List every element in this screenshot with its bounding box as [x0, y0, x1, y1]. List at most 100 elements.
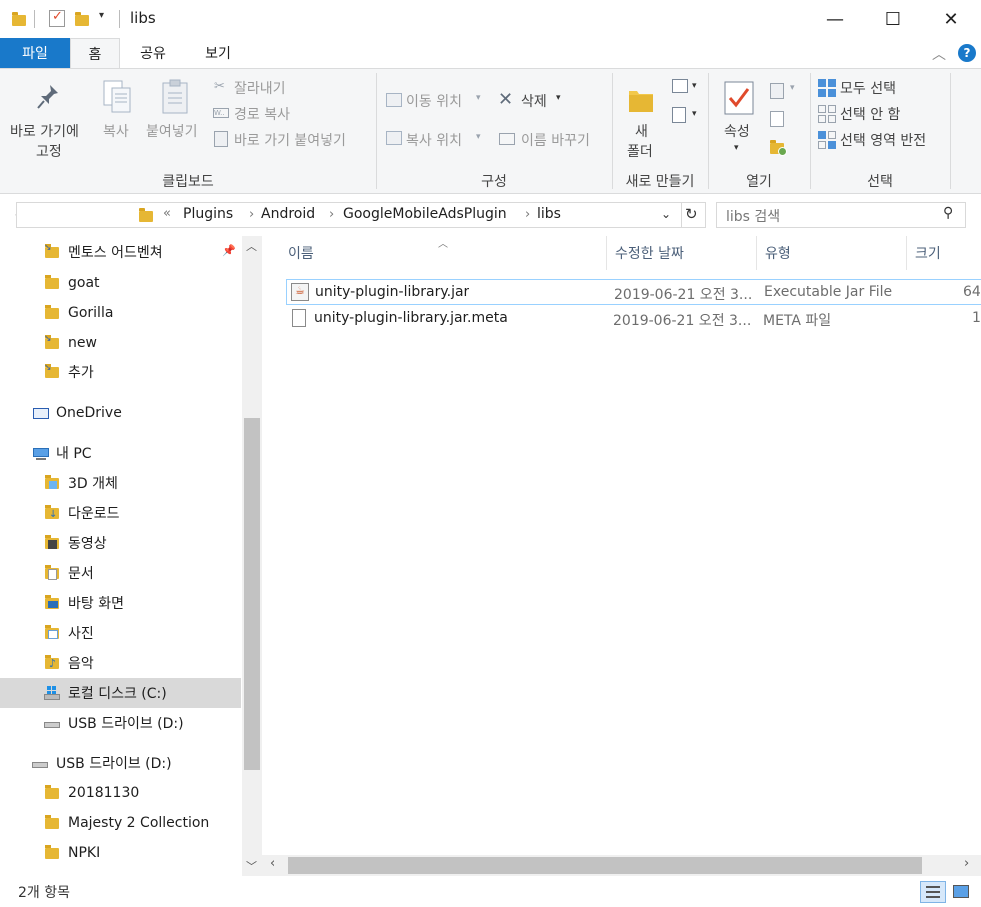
- properties-quick-icon[interactable]: ✓: [49, 9, 65, 27]
- close-button[interactable]: ✕: [922, 0, 980, 38]
- nav-label: 로컬 디스크 (C:): [68, 686, 167, 702]
- open-dropdown-icon[interactable]: ▾: [790, 83, 795, 93]
- table-row[interactable]: unity-plugin-library.jar.meta 2019-06-21…: [286, 306, 981, 332]
- nav-item-npki[interactable]: NPKI: [0, 838, 241, 868]
- copy-to-dropdown-icon[interactable]: ▾: [476, 132, 481, 142]
- properties-button[interactable]: 속성: [724, 121, 750, 141]
- quick-access-dropdown-icon[interactable]: ▾: [99, 10, 104, 21]
- nav-item-videos[interactable]: 동영상: [0, 528, 241, 558]
- address-bar[interactable]: « Plugins › Android › GoogleMobileAdsPlu…: [16, 202, 706, 228]
- search-icon[interactable]: ⚲: [943, 205, 953, 221]
- large-icons-view-icon[interactable]: [950, 881, 972, 903]
- nav-item-desktop[interactable]: 바탕 화면: [0, 588, 241, 618]
- tab-home[interactable]: 홈: [70, 38, 120, 68]
- scroll-right-icon[interactable]: ›: [964, 856, 969, 871]
- copy-button[interactable]: 복사: [103, 121, 129, 141]
- nav-item-gorilla[interactable]: Gorilla: [0, 298, 241, 328]
- nav-item-20181130[interactable]: 20181130: [0, 778, 241, 808]
- easy-access-icon[interactable]: [672, 107, 686, 123]
- invert-selection-button[interactable]: 선택 영역 반전: [840, 130, 926, 150]
- cut-button[interactable]: 잘라내기: [234, 78, 286, 98]
- nav-item-add[interactable]: ↘ 추가: [0, 357, 241, 387]
- move-to-button[interactable]: 이동 위치: [406, 91, 462, 111]
- nav-scrollbar-thumb[interactable]: [244, 418, 260, 770]
- column-header-size[interactable]: 크기: [907, 236, 981, 270]
- nav-item-usb-d[interactable]: USB 드라이브 (D:): [0, 708, 241, 738]
- nav-item-mentos[interactable]: ↘ 멘토스 어드벤쳐 📌: [0, 237, 241, 267]
- tab-share[interactable]: 공유: [128, 38, 178, 68]
- scroll-up-icon[interactable]: ︿: [246, 238, 257, 254]
- address-dropdown-icon[interactable]: ⌄: [661, 207, 671, 221]
- help-icon[interactable]: ?: [958, 44, 976, 62]
- breadcrumb-googlemobileadsplugin[interactable]: GoogleMobileAdsPlugin: [343, 206, 507, 222]
- minimize-button[interactable]: —: [806, 0, 864, 38]
- search-input[interactable]: libs 검색: [726, 206, 780, 226]
- desktop-icon: [44, 595, 60, 611]
- copy-path-button[interactable]: 경로 복사: [234, 104, 290, 124]
- copy-to-button[interactable]: 복사 위치: [406, 130, 462, 150]
- breadcrumb-plugins[interactable]: Plugins: [183, 206, 233, 222]
- nav-item-documents[interactable]: 문서: [0, 558, 241, 588]
- maximize-button[interactable]: ☐: [864, 0, 922, 38]
- select-all-button[interactable]: 모두 선택: [840, 78, 896, 98]
- nav-label: 사진: [68, 626, 94, 642]
- rename-button[interactable]: 이름 바꾸기: [521, 130, 590, 150]
- search-box[interactable]: libs 검색 ⚲: [716, 202, 966, 228]
- 3d-objects-icon: [44, 475, 60, 491]
- column-header-name[interactable]: 이름: [280, 236, 607, 270]
- breadcrumb-libs[interactable]: libs: [537, 206, 561, 222]
- nav-label: USB 드라이브 (D:): [68, 716, 184, 732]
- nav-item-pictures[interactable]: 사진: [0, 618, 241, 648]
- nav-label: 바탕 화면: [68, 596, 124, 612]
- nav-item-this-pc[interactable]: 내 PC: [0, 438, 241, 468]
- nav-item-goat[interactable]: goat: [0, 268, 241, 298]
- open-icon[interactable]: [770, 83, 784, 99]
- usb-drive-icon: [44, 715, 60, 731]
- delete-dropdown-icon[interactable]: ▾: [556, 93, 561, 103]
- delete-button[interactable]: 삭제: [521, 91, 547, 111]
- tab-view[interactable]: 보기: [192, 38, 244, 68]
- nav-item-usb-d-root[interactable]: USB 드라이브 (D:): [0, 748, 241, 778]
- nav-item-onedrive[interactable]: OneDrive: [0, 398, 241, 428]
- refresh-icon[interactable]: ↻: [685, 205, 698, 223]
- scroll-down-icon[interactable]: ﹀: [246, 858, 257, 874]
- nav-item-majesty[interactable]: Majesty 2 Collection: [0, 808, 241, 838]
- nav-label: 20181130: [68, 785, 140, 801]
- details-view-icon[interactable]: [920, 881, 946, 903]
- breadcrumb-separator-icon[interactable]: ›: [249, 207, 254, 222]
- nav-item-music[interactable]: ♪ 음악: [0, 648, 241, 678]
- scroll-left-icon[interactable]: ‹: [270, 856, 275, 871]
- history-icon[interactable]: [770, 139, 787, 156]
- breadcrumb-separator-icon[interactable]: ›: [329, 207, 334, 222]
- paste-shortcut-icon: [214, 131, 228, 147]
- horizontal-scrollbar-thumb[interactable]: [288, 857, 922, 874]
- new-item-icon[interactable]: [672, 79, 688, 93]
- move-to-dropdown-icon[interactable]: ▾: [476, 93, 481, 103]
- breadcrumb-separator-icon[interactable]: ›: [525, 207, 530, 222]
- pin-icon[interactable]: 📌: [222, 244, 236, 257]
- tab-file[interactable]: 파일: [0, 38, 70, 68]
- paste-shortcut-button[interactable]: 바로 가기 붙여넣기: [234, 130, 346, 150]
- collapse-ribbon-icon[interactable]: ︿: [932, 44, 946, 64]
- breadcrumb-android[interactable]: Android: [261, 206, 315, 222]
- table-row[interactable]: ☕ unity-plugin-library.jar 2019-06-21 오전…: [286, 279, 981, 305]
- column-header-date[interactable]: 수정한 날짜: [607, 236, 757, 270]
- delete-icon: ✕: [498, 89, 514, 110]
- new-item-dropdown-icon[interactable]: ▾: [692, 81, 697, 91]
- select-none-button[interactable]: 선택 안 함: [840, 104, 900, 124]
- nav-label: USB 드라이브 (D:): [56, 756, 172, 772]
- nav-item-local-disk-c[interactable]: 로컬 디스크 (C:): [0, 678, 241, 708]
- easy-access-dropdown-icon[interactable]: ▾: [692, 109, 697, 119]
- breadcrumb-overflow[interactable]: «: [163, 206, 171, 221]
- nav-item-downloads[interactable]: ↓ 다운로드: [0, 498, 241, 528]
- nav-item-3d-objects[interactable]: 3D 개체: [0, 468, 241, 498]
- edit-icon[interactable]: [770, 111, 784, 127]
- properties-dropdown-icon[interactable]: ▾: [734, 143, 739, 153]
- horizontal-scrollbar[interactable]: ‹ ›: [262, 855, 981, 876]
- paste-button[interactable]: 붙여넣기: [146, 121, 198, 141]
- new-folder-quick-icon[interactable]: [75, 10, 89, 28]
- pin-to-quick-access-button[interactable]: 바로 가기에: [10, 121, 79, 141]
- nav-item-new[interactable]: ↘ new: [0, 328, 241, 358]
- new-folder-button[interactable]: 새: [635, 121, 648, 141]
- column-header-type[interactable]: 유형: [757, 236, 907, 270]
